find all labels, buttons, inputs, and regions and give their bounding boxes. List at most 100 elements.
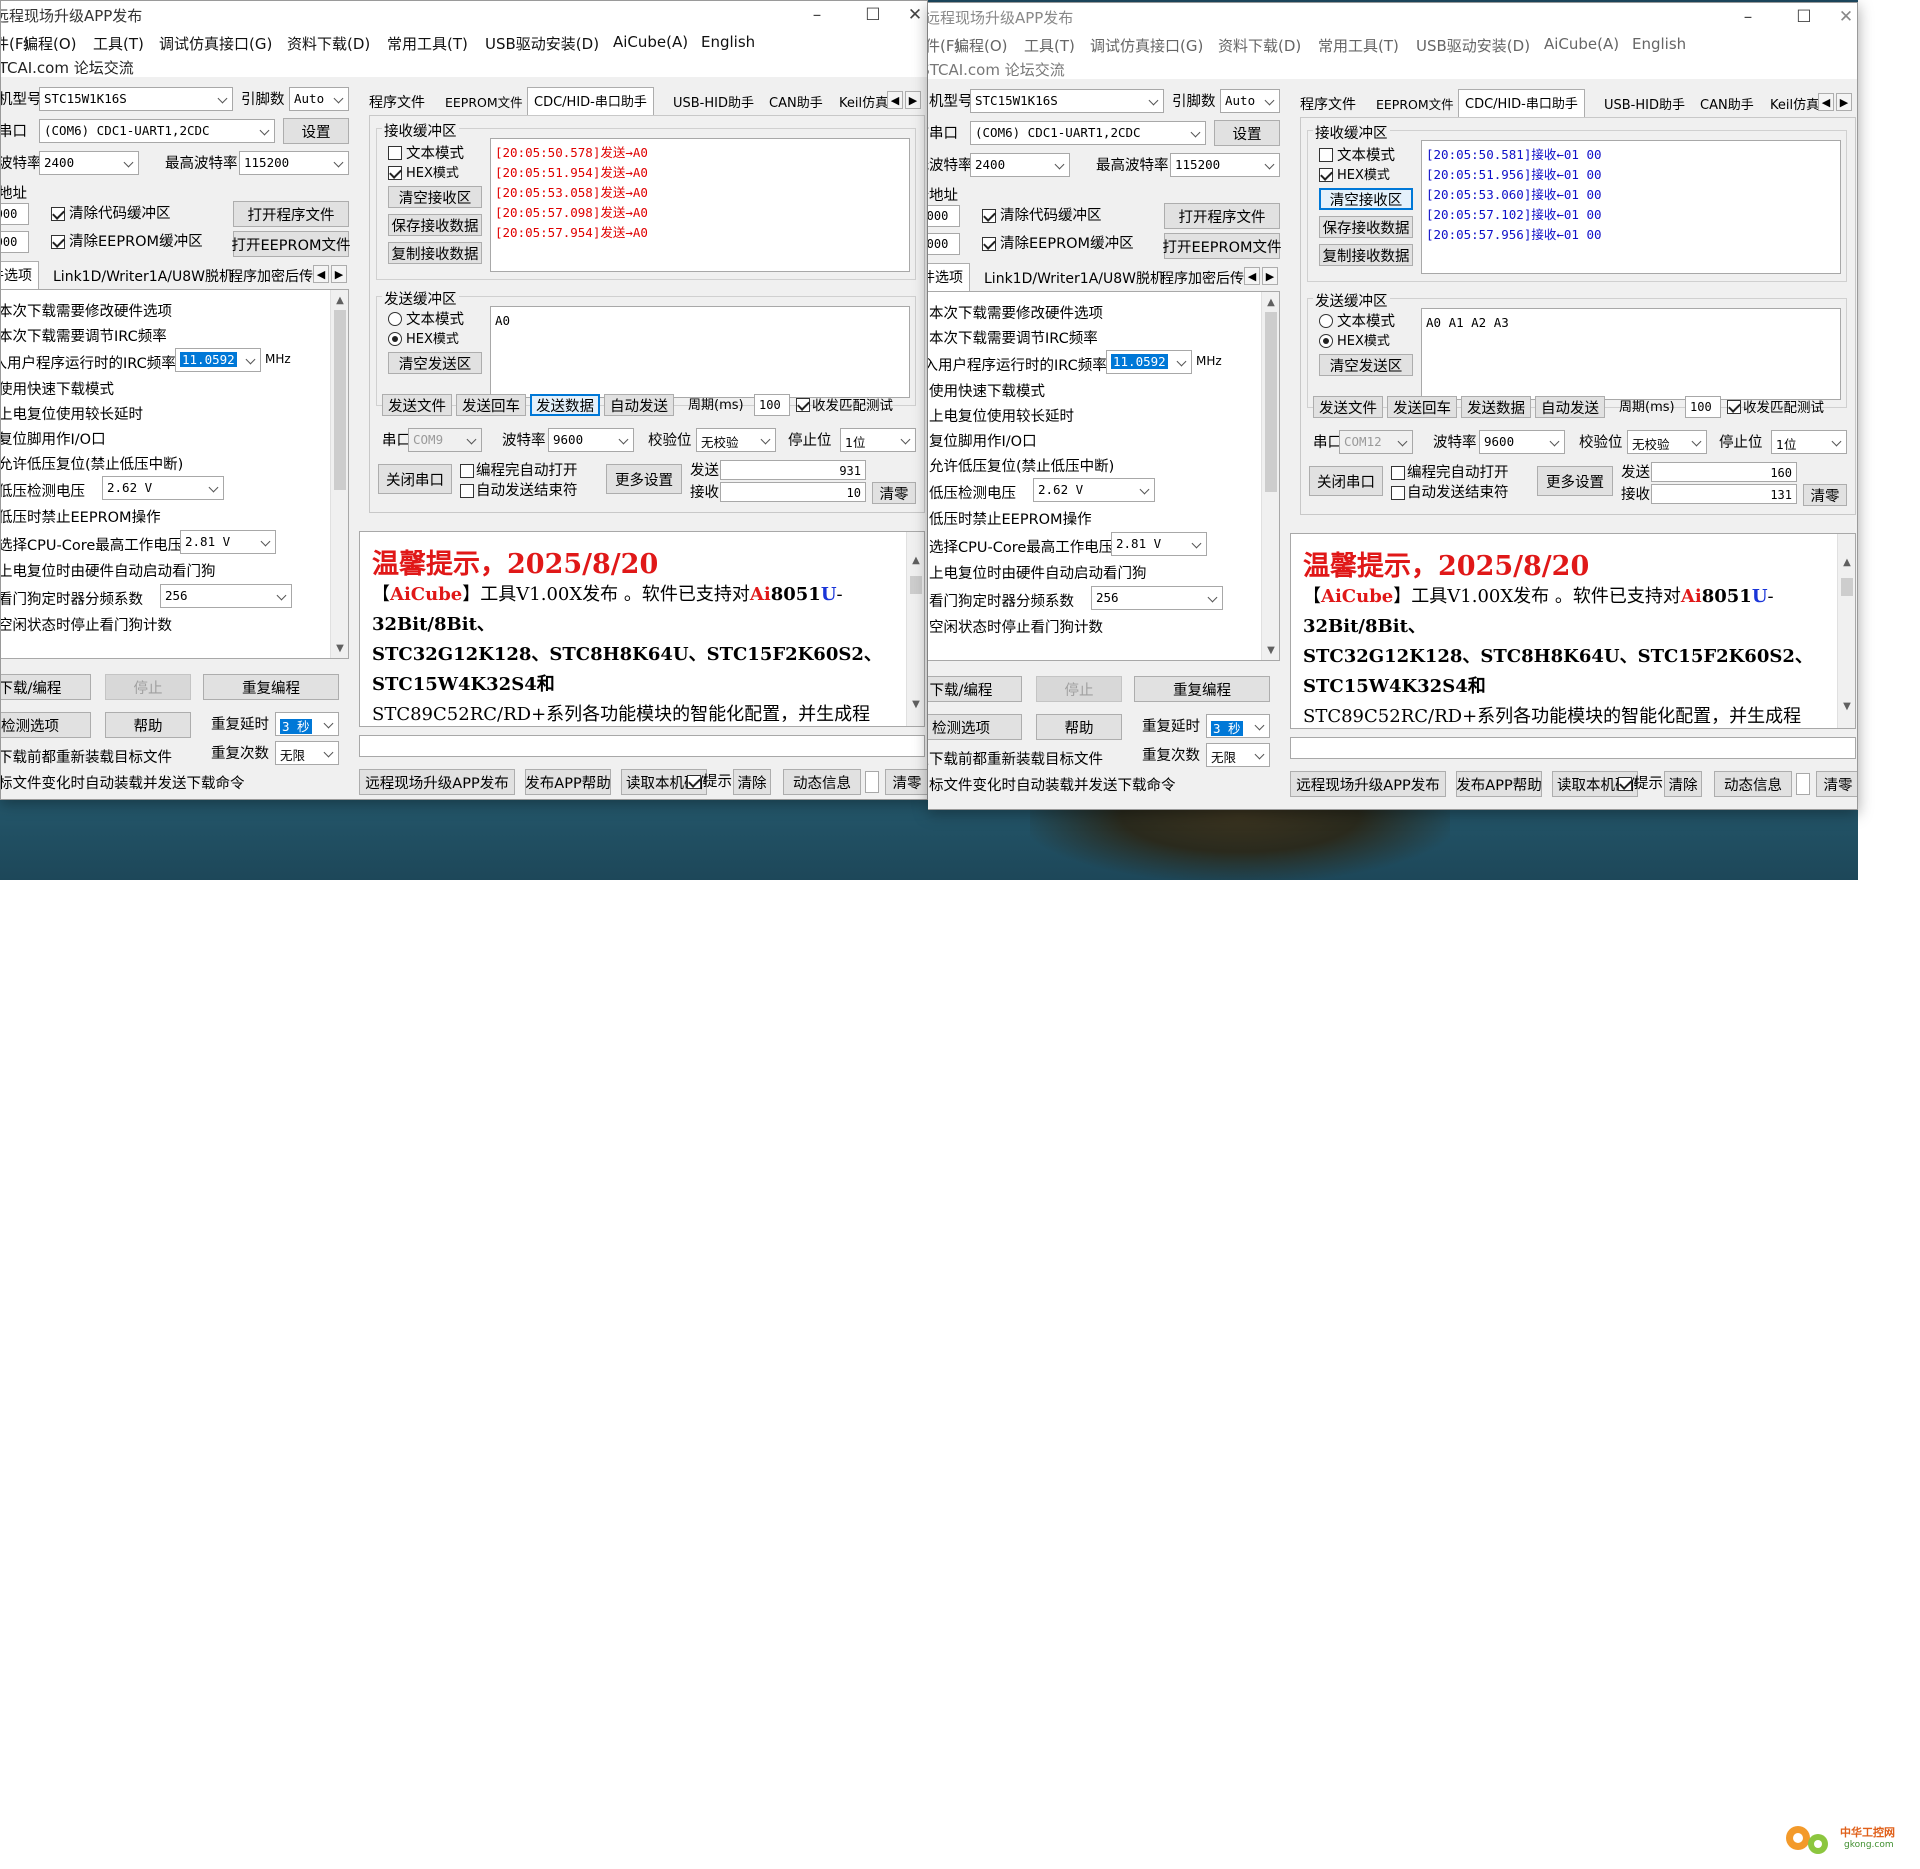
repeat-count-select[interactable]: 无限 (275, 741, 339, 765)
clear-recv-button[interactable]: 清空接收区 (388, 186, 482, 208)
more-settings-button[interactable]: 更多设置 (1537, 466, 1613, 496)
baud-max-select[interactable]: 115200 (239, 151, 349, 175)
tab-serial-assistant[interactable]: CDC/HID-串口助手 (1458, 89, 1585, 117)
close-icon[interactable]: ✕ (901, 1, 927, 29)
stop-bits-select[interactable]: 1位 (1771, 430, 1847, 454)
copy-recv-button[interactable]: 复制接收数据 (1319, 244, 1413, 266)
send-text-mode-radio[interactable] (1319, 314, 1333, 328)
period-input[interactable]: 100 (754, 394, 790, 416)
scroll-up-icon[interactable]: ▲ (1265, 296, 1277, 308)
left-stc-window[interactable]: 单片机在线升级编程仿真调试平台软件 (V6.95Z), 远程现场升级APP发布 … (0, 0, 928, 800)
menu-debug[interactable]: 调试仿真接口(G) (159, 33, 272, 54)
settings-button[interactable]: 设置 (283, 118, 349, 144)
maximize-icon[interactable]: ☐ (1776, 3, 1832, 31)
mcu-type-select[interactable]: STC15W1K16S (970, 89, 1164, 113)
options-scrollbar[interactable]: ▲ ▼ (1261, 292, 1279, 660)
notice-panel[interactable]: 温馨提示，2025/8/20 【AiCube】工具V1.00X发布 。软件已支持… (359, 531, 925, 727)
addr2-input[interactable]: 0x0000 (928, 233, 960, 255)
auto-end-checkbox[interactable] (1391, 486, 1405, 500)
auto-open-checkbox[interactable] (460, 464, 474, 478)
serial-port-select[interactable]: COM9 (408, 428, 482, 452)
help-button[interactable]: 帮助 (1036, 714, 1122, 740)
tab-scroll-right-icon[interactable]: ▶ (331, 265, 347, 283)
tab-keil[interactable]: Keil仿真设置 (833, 89, 891, 113)
menu-common-tools[interactable]: 常用工具(T) (1318, 35, 1399, 56)
save-recv-button[interactable]: 保存接收数据 (1319, 216, 1413, 238)
clear-eeprom-checkbox[interactable] (982, 237, 996, 251)
tab-offline[interactable]: Link1D/Writer1A/U8W脱机 (978, 265, 1170, 289)
right-stc-window[interactable]: 单片机在线升级编程仿真调试平台软件 (V6.95Z), 远程现场升级APP发布 … (928, 2, 1858, 810)
addr1-input[interactable]: 0x0000 (928, 205, 960, 227)
stop-button[interactable]: 停止 (1036, 676, 1122, 702)
send-file-button[interactable]: 发送文件 (1313, 396, 1383, 418)
scroll-thumb[interactable] (910, 576, 922, 594)
match-test-checkbox[interactable] (796, 398, 810, 412)
tab-serial-assistant[interactable]: CDC/HID-串口助手 (527, 87, 654, 115)
recv-text-mode-checkbox[interactable] (388, 146, 402, 160)
cpu-voltage-select[interactable]: 2.81 V (1111, 532, 1207, 556)
recv-log-area[interactable]: [20:05:50.581]接收←01 00 [20:05:51.956]接收←… (1421, 140, 1841, 274)
close-icon[interactable]: ✕ (1832, 3, 1857, 31)
baud-min-select[interactable]: 2400 (970, 153, 1070, 177)
auto-open-checkbox[interactable] (1391, 466, 1405, 480)
tab-offline[interactable]: Link1D/Writer1A/U8W脱机 (47, 263, 239, 287)
tab-scroll-left-icon[interactable]: ◀ (887, 91, 903, 109)
clear-button[interactable]: 清除 (733, 769, 771, 795)
help-button[interactable]: 帮助 (105, 712, 191, 738)
port-select[interactable]: (COM6) CDC1-UART1,2CDC (970, 121, 1206, 145)
maximize-icon[interactable]: ☐ (845, 1, 901, 29)
pins-select[interactable]: Auto (289, 87, 349, 111)
copy-recv-button[interactable]: 复制接收数据 (388, 242, 482, 264)
menu-download[interactable]: 资料下载(D) (287, 33, 370, 54)
menu-english[interactable]: English (701, 33, 755, 51)
auto-send-button[interactable]: 自动发送 (604, 394, 674, 416)
tab-usb-hid[interactable]: USB-HID助手 (667, 89, 760, 113)
send-enter-button[interactable]: 发送回车 (456, 394, 526, 416)
send-enter-button[interactable]: 发送回车 (1387, 396, 1457, 418)
tab-scroll-left-icon[interactable]: ◀ (313, 265, 329, 283)
title-bar[interactable]: 单片机在线升级编程仿真调试平台软件 (V6.95Z), 远程现场升级APP发布 … (928, 3, 1857, 31)
clear-count-button-2[interactable]: 清零 (885, 769, 927, 795)
baud-select[interactable]: 9600 (548, 428, 634, 452)
clear-recv-button[interactable]: 清空接收区 (1319, 188, 1413, 210)
reprogram-button[interactable]: 重复编程 (203, 674, 339, 700)
repeat-count-select[interactable]: 无限 (1206, 743, 1270, 767)
lvd-voltage-select[interactable]: 2.62 V (1033, 478, 1155, 502)
open-eeprom-button[interactable]: 打开EEPROM文件 (1162, 233, 1282, 259)
irc-frequency-select[interactable]: 11.0592 (175, 348, 261, 372)
open-program-button[interactable]: 打开程序文件 (1164, 203, 1280, 229)
pins-select[interactable]: Auto (1220, 89, 1280, 113)
scroll-thumb[interactable] (1841, 578, 1853, 596)
tab-scroll-left-icon[interactable]: ◀ (1244, 267, 1260, 285)
menu-usb-driver[interactable]: USB驱动安装(D) (1416, 35, 1530, 56)
download-button[interactable]: 下载/编程 (928, 676, 1022, 702)
menu-english[interactable]: English (1632, 35, 1686, 53)
send-text-area[interactable]: A0 A1 A2 A3 (1421, 308, 1841, 400)
minimize-icon[interactable]: – (789, 1, 845, 29)
menu-debug[interactable]: 调试仿真接口(G) (1090, 35, 1203, 56)
menu-program[interactable]: 编程(O) (954, 35, 1008, 56)
menu-tools[interactable]: 工具(T) (93, 33, 144, 54)
open-eeprom-button[interactable]: 打开EEPROM文件 (231, 231, 351, 257)
download-button[interactable]: 下载/编程 (1, 674, 91, 700)
close-port-button[interactable]: 关闭串口 (1309, 466, 1383, 496)
reprogram-button[interactable]: 重复编程 (1134, 676, 1270, 702)
auto-send-button[interactable]: 自动发送 (1535, 396, 1605, 418)
menu-tools[interactable]: 工具(T) (1024, 35, 1075, 56)
repeat-delay-select[interactable]: 3 秒 (1206, 714, 1270, 738)
menu-common-tools[interactable]: 常用工具(T) (387, 33, 468, 54)
wdt-divider-select[interactable]: 256 (1091, 586, 1223, 610)
wdt-divider-select[interactable]: 256 (160, 584, 292, 608)
send-hex-mode-radio[interactable] (1319, 334, 1333, 348)
check-options-button[interactable]: 检测选项 (1, 712, 91, 738)
app-help-button[interactable]: 发布APP帮助 (525, 769, 611, 795)
scroll-thumb[interactable] (334, 310, 346, 490)
recv-text-mode-checkbox[interactable] (1319, 148, 1333, 162)
port-select[interactable]: (COM6) CDC1-UART1,2CDC (39, 119, 275, 143)
tab-hardware-options[interactable]: 硬件选项 (928, 263, 970, 291)
clear-button[interactable]: 清除 (1664, 771, 1702, 797)
menu-aicube[interactable]: AiCube(A) (613, 33, 688, 51)
cpu-voltage-select[interactable]: 2.81 V (180, 530, 276, 554)
settings-button[interactable]: 设置 (1214, 120, 1280, 146)
dynamic-info-button[interactable]: 动态信息 (783, 769, 861, 795)
